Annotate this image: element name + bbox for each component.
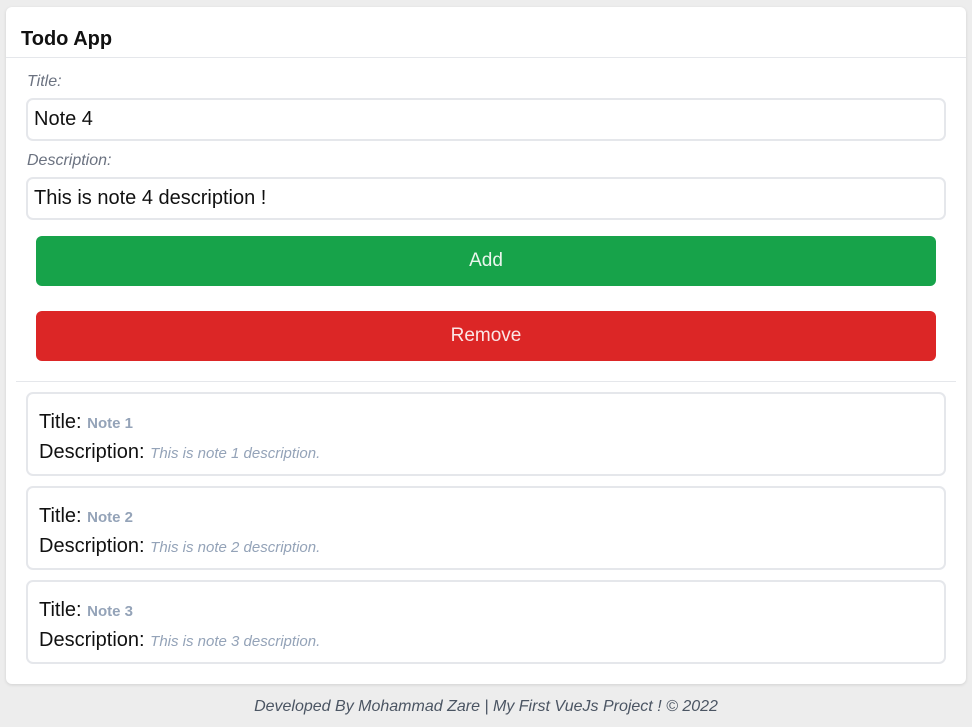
note-description-line: Description: This is note 1 description. (39, 440, 320, 466)
note-title-line: Title: Note 1 (39, 410, 133, 436)
note-title-label: Title: (39, 599, 82, 621)
card-header: Todo App (6, 7, 966, 58)
note-title: Note 2 (87, 509, 134, 526)
remove-button[interactable]: Remove (36, 311, 936, 361)
note-title: Note 3 (87, 603, 134, 620)
description-input[interactable] (26, 177, 946, 220)
note-description: This is note 1 description. (150, 445, 321, 462)
divider (16, 381, 956, 382)
note-title-line: Title: Note 2 (39, 504, 133, 530)
note-description: This is note 3 description. (150, 633, 321, 650)
note-description-label: Description: (39, 535, 145, 557)
note-title-line: Title: Note 3 (39, 598, 133, 624)
note-description: This is note 2 description. (150, 539, 321, 556)
description-label: Description: (27, 152, 112, 169)
title-label: Title: (27, 73, 62, 90)
footer-credit: Developed By Mohammad Zare | My First Vu… (254, 698, 718, 715)
note-description-line: Description: This is note 3 description. (39, 628, 320, 654)
note-item: Title: Note 2 Description: This is note … (26, 486, 946, 570)
note-description-label: Description: (39, 629, 145, 651)
title-input[interactable] (26, 98, 946, 141)
note-item: Title: Note 3 Description: This is note … (26, 580, 946, 664)
note-description-label: Description: (39, 441, 145, 463)
note-title: Note 1 (87, 415, 134, 432)
todo-card: Todo App Title: Description: Add Remove … (6, 7, 966, 684)
note-item: Title: Note 1 Description: This is note … (26, 392, 946, 476)
note-title-label: Title: (39, 411, 82, 433)
note-description-line: Description: This is note 2 description. (39, 534, 320, 560)
app-title: Todo App (21, 28, 113, 50)
add-button[interactable]: Add (36, 236, 936, 286)
note-title-label: Title: (39, 505, 82, 527)
